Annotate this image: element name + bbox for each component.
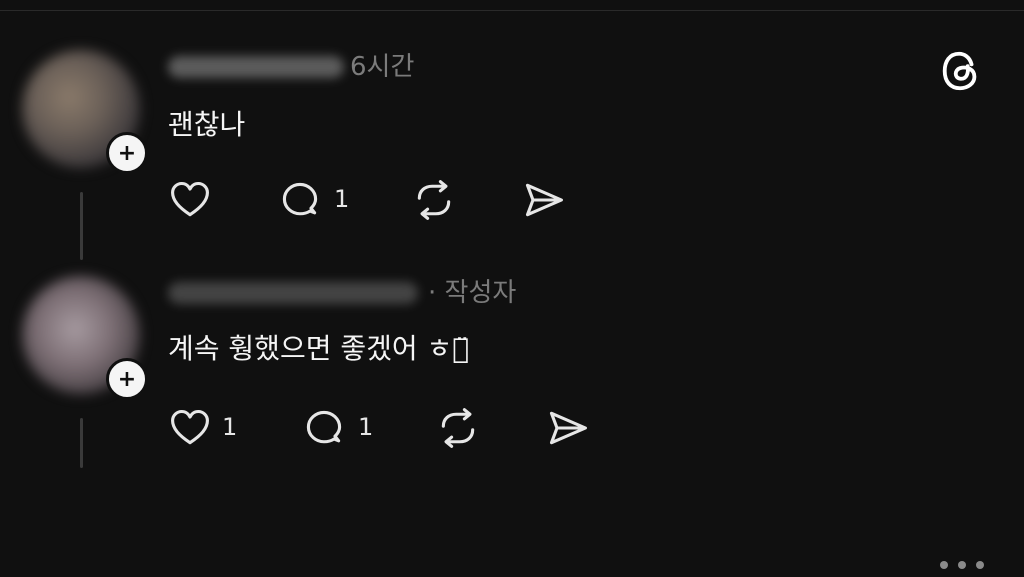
- repost-button[interactable]: [434, 404, 482, 452]
- username-blurred[interactable]: [168, 56, 344, 78]
- send-icon: [549, 411, 587, 445]
- like-button[interactable]: [166, 176, 214, 224]
- send-icon: [525, 183, 563, 217]
- repost-icon: [417, 180, 451, 220]
- post-text: 계속 훵했으면 좋겠어 ㅎㅎ̈: [168, 332, 470, 365]
- share-button[interactable]: [520, 176, 568, 224]
- share-button[interactable]: [544, 404, 592, 452]
- like-count: 1: [222, 413, 238, 441]
- follow-plus-icon[interactable]: +: [106, 132, 148, 174]
- reply-button[interactable]: [300, 404, 348, 452]
- thread-line: [80, 418, 83, 468]
- repost-icon: [441, 408, 475, 448]
- follow-plus-icon[interactable]: +: [106, 358, 148, 400]
- thread-line: [80, 192, 83, 260]
- more-horizontal-icon[interactable]: [940, 553, 984, 577]
- post-text: 괜찮나: [168, 108, 246, 141]
- heart-icon: [171, 409, 209, 445]
- reply-button[interactable]: [276, 176, 324, 224]
- username-blurred[interactable]: [168, 282, 418, 304]
- reply-count: 1: [334, 185, 350, 213]
- like-button[interactable]: [166, 404, 214, 452]
- author-badge: · 작성자: [428, 278, 517, 308]
- post-time: 6시간: [350, 52, 415, 82]
- reply-post: + 6시간 괜찮나 1: [0, 40, 1024, 270]
- top-divider: [0, 10, 1024, 11]
- reply-count: 1: [358, 413, 374, 441]
- reply-post: + · 작성자 계속 훵했으면 좋겠어 ㅎㅎ̈ 1 1: [0, 270, 1024, 569]
- repost-button[interactable]: [410, 176, 458, 224]
- comment-icon: [282, 182, 318, 216]
- comment-icon: [306, 410, 342, 444]
- heart-icon: [171, 181, 209, 217]
